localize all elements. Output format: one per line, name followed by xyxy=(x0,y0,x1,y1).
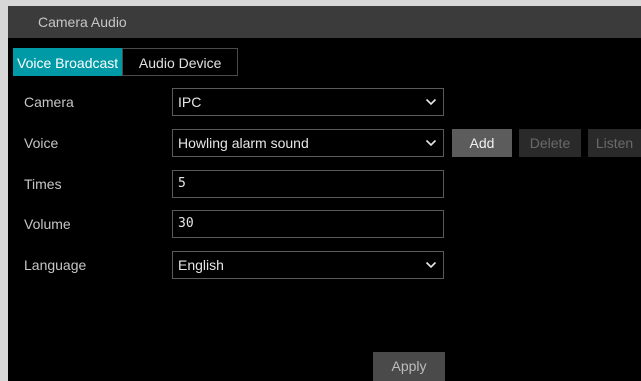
chevron-down-icon xyxy=(425,98,437,106)
delete-button[interactable]: Delete xyxy=(519,129,581,157)
chevron-down-icon xyxy=(425,139,437,147)
tab-audio-device[interactable]: Audio Device xyxy=(122,48,239,76)
tab-voice-broadcast[interactable]: Voice Broadcast xyxy=(13,48,123,76)
listen-button[interactable]: Listen xyxy=(588,129,641,157)
camera-label: Camera xyxy=(24,94,74,110)
language-label: Language xyxy=(24,257,87,273)
window-title: Camera Audio xyxy=(8,6,641,38)
tab-bar: Voice Broadcast Audio Device xyxy=(13,48,239,76)
times-input[interactable]: 5 xyxy=(172,170,444,198)
times-label: Times xyxy=(24,176,62,192)
camera-select[interactable]: IPC xyxy=(172,88,444,116)
camera-select-value: IPC xyxy=(178,94,202,110)
apply-button[interactable]: Apply xyxy=(373,352,445,381)
chevron-down-icon xyxy=(425,261,437,269)
volume-label: Volume xyxy=(24,216,71,232)
camera-audio-panel: Camera Audio Voice Broadcast Audio Devic… xyxy=(8,6,641,381)
voice-label: Voice xyxy=(24,135,59,151)
language-select-value: English xyxy=(178,257,224,273)
volume-input[interactable]: 30 xyxy=(172,210,444,238)
voice-select-value: Howling alarm sound xyxy=(178,135,309,151)
language-select[interactable]: English xyxy=(172,251,444,279)
add-button[interactable]: Add xyxy=(452,129,512,157)
voice-select[interactable]: Howling alarm sound xyxy=(172,129,444,157)
